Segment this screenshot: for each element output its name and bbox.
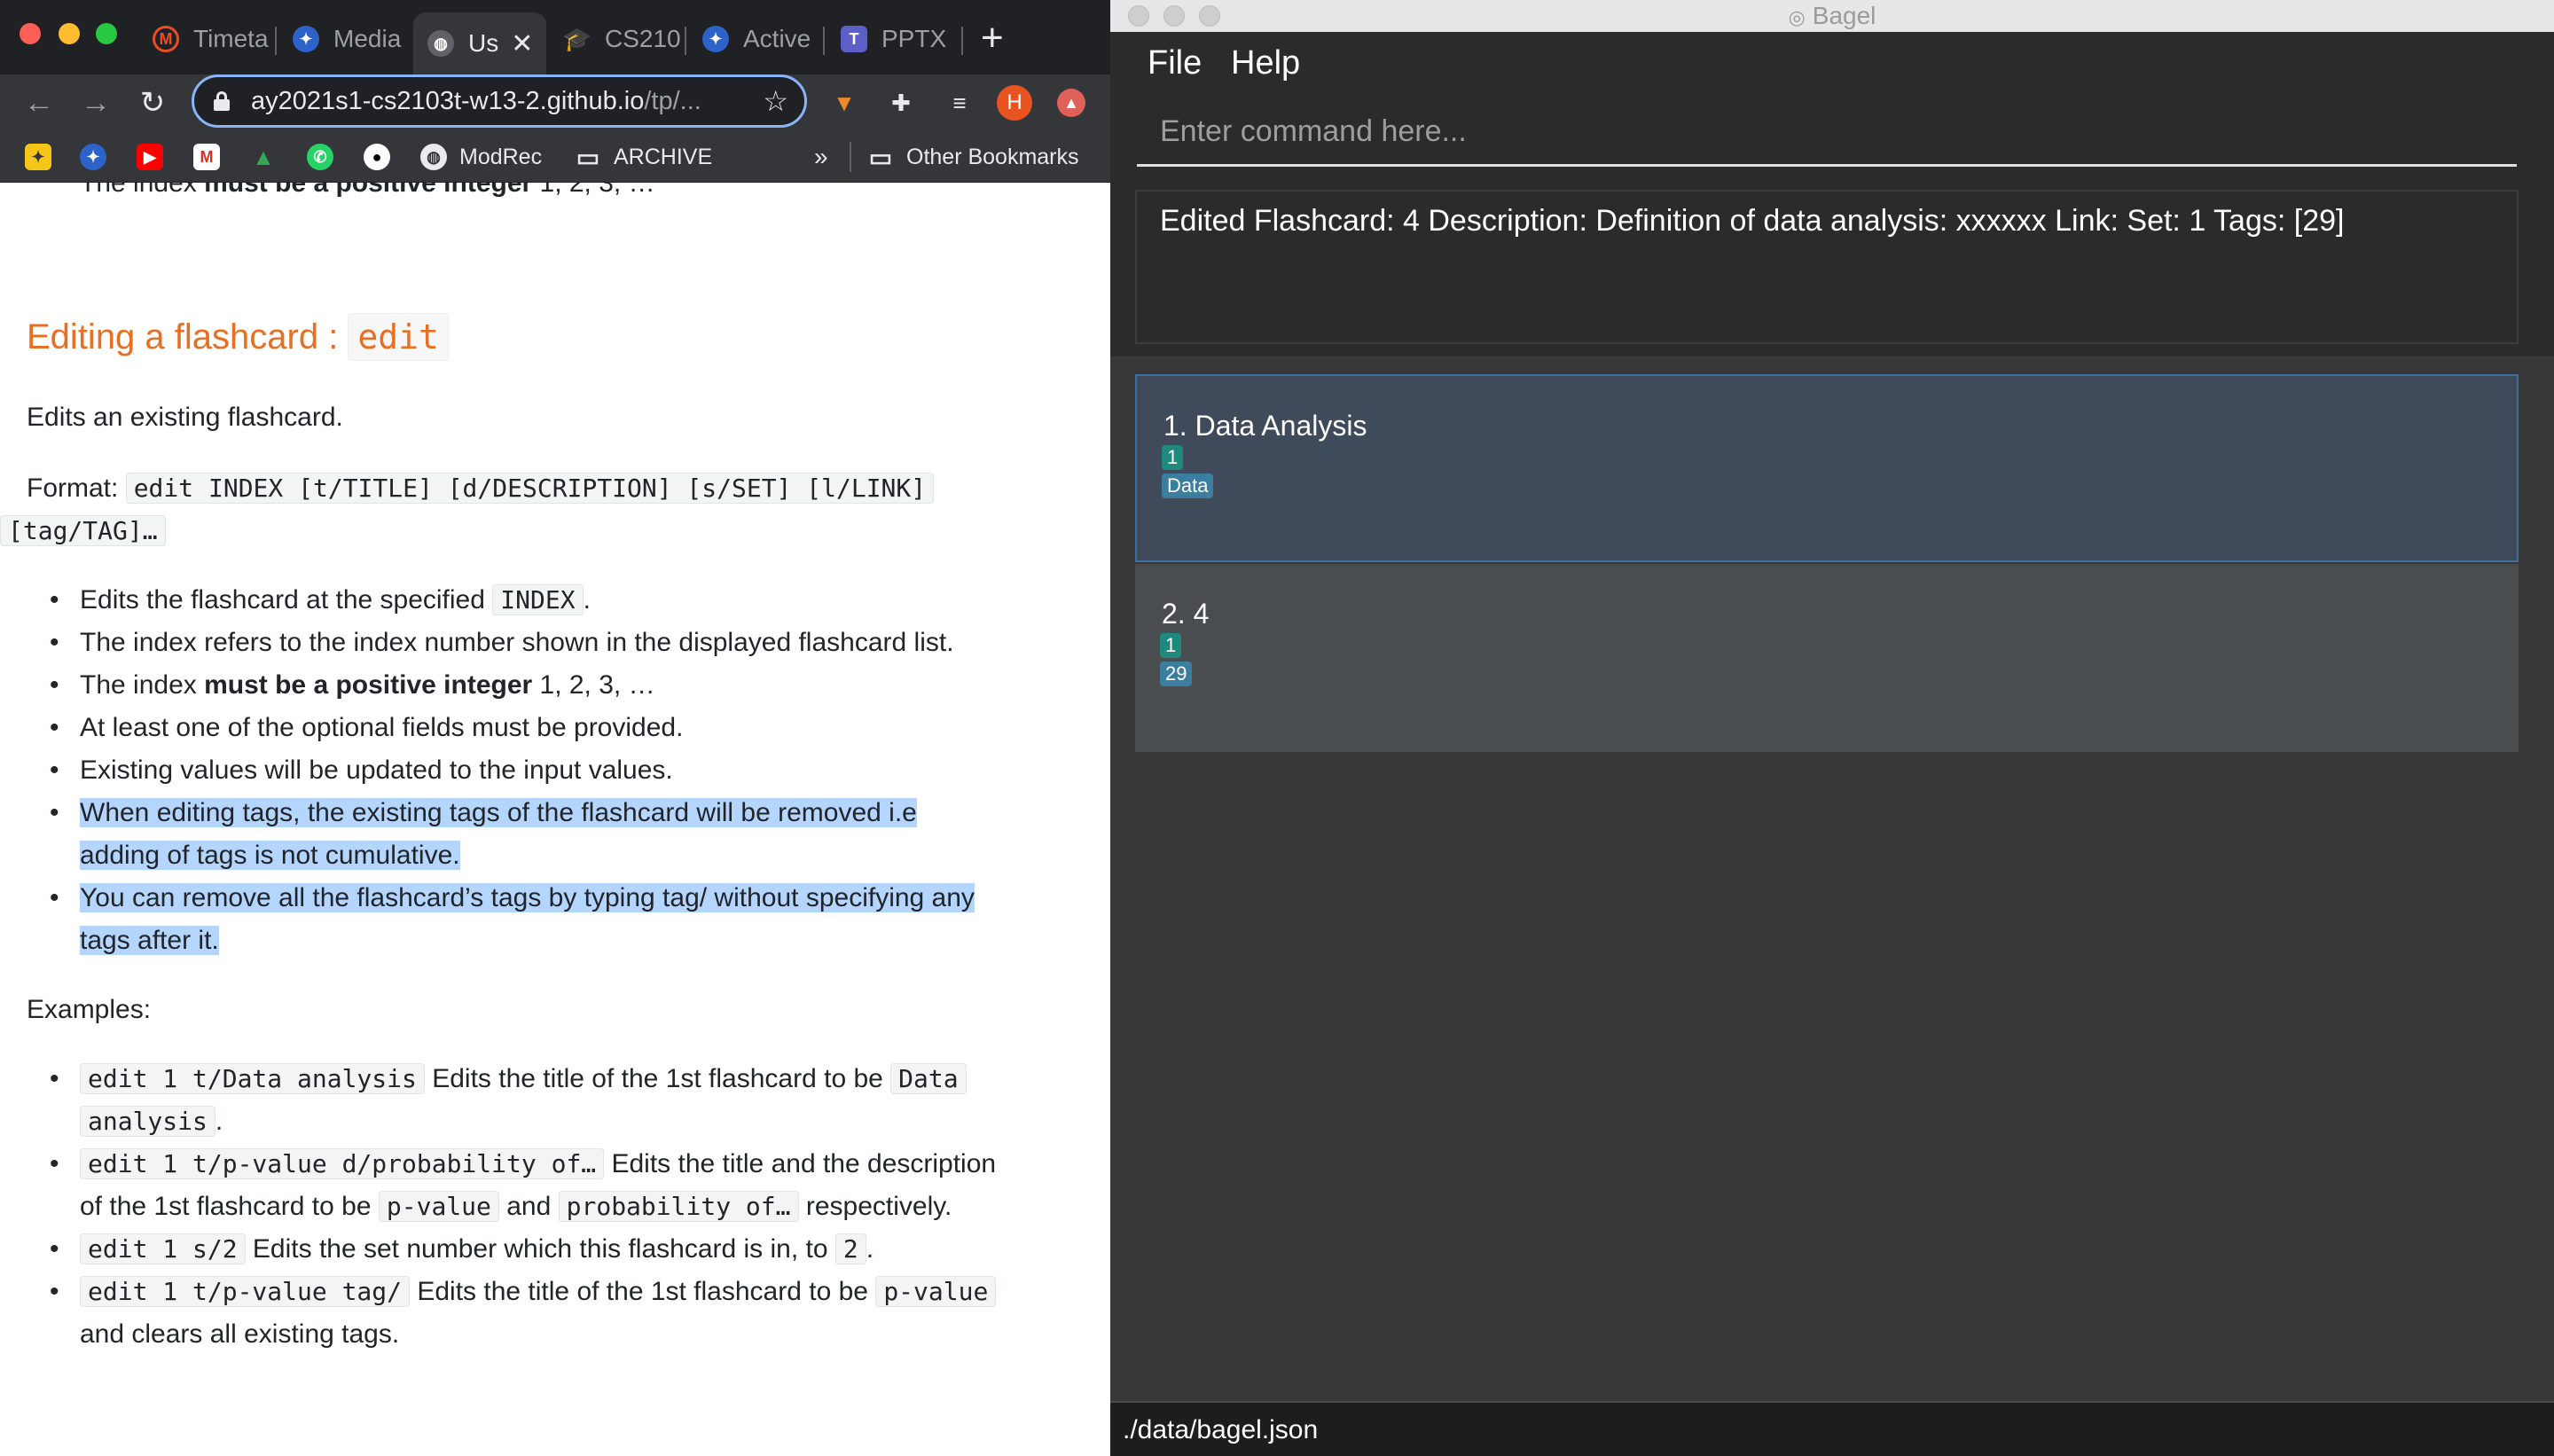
data-file-path: ./data/bagel.json: [1123, 1415, 1319, 1444]
menu-help[interactable]: Help: [1231, 44, 1300, 82]
bookmark-modrec[interactable]: ◍ ModRec: [420, 142, 542, 172]
bookmark-drive[interactable]: ▲: [250, 142, 289, 172]
tab-pptx[interactable]: T PPTX: [827, 12, 960, 66]
examples-label: Examples:: [27, 995, 152, 1024]
bookmark-keep[interactable]: ✦: [25, 142, 64, 172]
flashcard-list[interactable]: 1. Data Analysis 1 Data 2. 4 1 29: [1110, 356, 2554, 1401]
intro-text: Edits an existing flashcard.: [27, 403, 343, 432]
example-continuation: of the 1st flashcard to be p-value and p…: [80, 1191, 952, 1222]
gmail-icon: M: [193, 144, 220, 170]
list-item-selected: You can remove all the flashcard’s tags …: [50, 883, 1091, 913]
bookmark-nusmods[interactable]: ✦: [80, 142, 119, 172]
dot-grid-icon: ✦: [702, 26, 729, 52]
tab-active[interactable]: ✦ Active: [688, 12, 821, 66]
page-title: Editing a flashcard : edit: [27, 313, 449, 361]
teams-icon: T: [841, 26, 867, 52]
browser-toolbar: ← → ↻ ay2021s1-cs2103t-w13-2.github.io/t…: [0, 74, 1110, 131]
example-continuation: and clears all existing tags.: [80, 1319, 400, 1349]
folder-icon: ▭: [868, 143, 893, 171]
globe-icon: ◍: [427, 30, 454, 57]
minimize-window-button[interactable]: [59, 23, 80, 44]
set-badge: 1: [1162, 445, 1184, 470]
menu-file[interactable]: File: [1148, 44, 1202, 82]
list-item: The index refers to the index number sho…: [50, 628, 1091, 658]
whatsapp-icon: ✆: [307, 144, 333, 170]
tag-badge: Data: [1162, 474, 1214, 498]
dot-grid-icon: ✦: [80, 144, 106, 170]
bookmark-star-icon[interactable]: ☆: [763, 84, 788, 118]
example-item: edit 1 t/p-value d/probability of… Edits…: [50, 1148, 1091, 1179]
tab-user-guide[interactable]: ◍ Us ✕: [413, 12, 546, 74]
youtube-icon: ▶: [137, 144, 163, 170]
lock-icon: [214, 91, 230, 111]
bagel-app-icon: ◎: [1788, 6, 1806, 28]
profile-avatar[interactable]: H: [997, 85, 1032, 121]
google-drive-icon: ▲: [252, 143, 275, 170]
list-item: The index must be a positive integer 1, …: [50, 670, 1091, 701]
globe-icon: ◍: [420, 144, 447, 170]
extensions-puzzle-icon[interactable]: ✚: [885, 87, 917, 119]
flashcard-card-selected[interactable]: 1. Data Analysis 1 Data: [1135, 374, 2519, 562]
close-tab-icon[interactable]: ✕: [511, 28, 533, 59]
command-input[interactable]: [1137, 99, 2517, 163]
brave-lion-icon[interactable]: ▼: [828, 87, 860, 119]
more-bookmarks-button[interactable]: »: [814, 142, 828, 172]
tag-badge: 29: [1160, 661, 1193, 686]
url-text: ay2021s1-cs2103t-w13-2.github.io/tp/...: [251, 86, 701, 115]
bagel-window: ◎Bagel File Help Edited Flashcard: 4 Des…: [1110, 0, 2554, 1456]
address-bar[interactable]: ay2021s1-cs2103t-w13-2.github.io/tp/... …: [192, 74, 807, 128]
list-item-continuation: tags after it.: [80, 926, 219, 955]
list-item: At least one of the optional fields must…: [50, 713, 1091, 743]
bookmark-other-folder[interactable]: ▭ Other Bookmarks: [867, 142, 1079, 172]
tab-strip: M Timeta ✦ Media ◍ Us ✕ 🎓 CS210 ✦ Active…: [0, 0, 1110, 74]
bookmark-gmail[interactable]: M: [193, 142, 232, 172]
tab-media[interactable]: ✦ Media: [278, 12, 411, 66]
zoom-window-button[interactable]: [96, 23, 117, 44]
cut-off-line: The index must be a positive integer 1, …: [80, 183, 655, 198]
forward-arrow-icon[interactable]: →: [78, 85, 114, 121]
example-continuation: analysis.: [80, 1106, 223, 1137]
bookmark-archive-folder[interactable]: ▭ ARCHIVE: [575, 142, 712, 172]
bookmark-whatsapp[interactable]: ✆: [307, 142, 346, 172]
list-item: Edits the flashcard at the specified IND…: [50, 584, 1091, 615]
github-icon: ●: [364, 144, 390, 170]
format-line: Format: edit INDEX [t/TITLE] [d/DESCRIPT…: [27, 473, 935, 504]
lightbulb-icon: ✦: [25, 144, 51, 170]
result-display: Edited Flashcard: 4 Description: Definit…: [1135, 190, 2519, 344]
menu-bar: File Help: [1110, 32, 2554, 96]
flashcard-title: 2. 4: [1162, 598, 1210, 630]
list-item-continuation: adding of tags is not cumulative.: [80, 841, 460, 870]
back-arrow-icon[interactable]: ←: [21, 85, 57, 121]
new-tab-button[interactable]: +: [981, 16, 1004, 60]
dot-grid-icon: ✦: [293, 26, 319, 52]
format-line-2: [tag/TAG]…: [0, 515, 166, 546]
command-box: [1137, 99, 2517, 167]
example-item: edit 1 t/Data analysis Edits the title o…: [50, 1063, 1091, 1094]
graduation-cap-icon: 🎓: [562, 25, 592, 52]
bookmarks-bar: ✦ ✦ ▶ M ▲ ✆ ● ◍ ModRec ▭ ARCHIVE » ▭ Oth…: [0, 131, 1110, 183]
browser-window: M Timeta ✦ Media ◍ Us ✕ 🎓 CS210 ✦ Active…: [0, 0, 1110, 1456]
status-bar: ./data/bagel.json: [1110, 1401, 2554, 1456]
example-item: edit 1 s/2 Edits the set number which th…: [50, 1233, 1091, 1264]
reload-icon[interactable]: ↻: [135, 85, 170, 121]
tab-timetable[interactable]: M Timeta: [138, 12, 271, 66]
flashcard-title: 1. Data Analysis: [1163, 410, 1367, 442]
user-guide-page: The index must be a positive integer 1, …: [0, 183, 1110, 1456]
bookmark-github[interactable]: ●: [364, 142, 403, 172]
example-item: edit 1 t/p-value tag/ Edits the title of…: [50, 1276, 1091, 1307]
tab-cs2103[interactable]: 🎓 CS210: [550, 12, 683, 66]
media-queue-icon[interactable]: ≡: [944, 87, 975, 119]
list-item-selected: When editing tags, the existing tags of …: [50, 798, 1091, 828]
folder-icon: ▭: [576, 143, 600, 171]
bookmark-youtube[interactable]: ▶: [137, 142, 176, 172]
app-title-bar: ◎ Bagel: [1110, 0, 2554, 32]
app-title: ◎ Bagel: [1788, 2, 1876, 29]
gmail-like-icon: M: [153, 26, 179, 52]
flashcard-card[interactable]: 2. 4 1 29: [1135, 564, 2519, 752]
list-item: Existing values will be updated to the i…: [50, 755, 1091, 786]
result-text: Edited Flashcard: 4 Description: Definit…: [1160, 204, 2345, 238]
set-badge: 1: [1160, 633, 1182, 658]
close-window-button[interactable]: [20, 23, 41, 44]
update-arrow-icon[interactable]: ▲: [1057, 89, 1085, 117]
